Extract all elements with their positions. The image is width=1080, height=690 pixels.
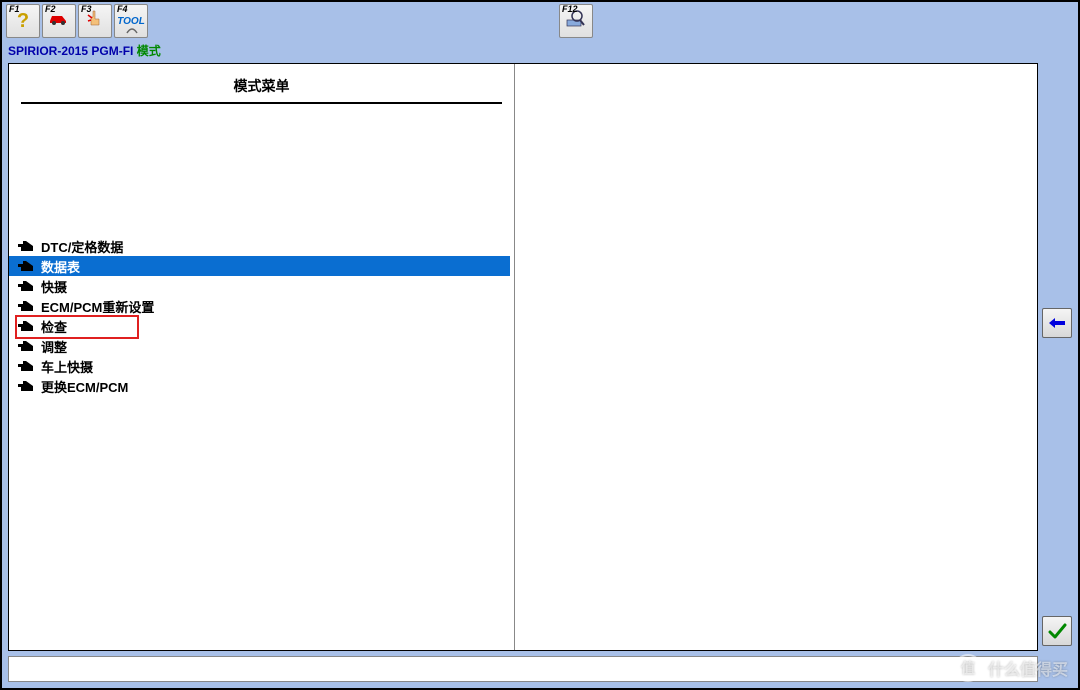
title-underline xyxy=(21,102,502,104)
f1-button[interactable]: F1 ? xyxy=(6,4,40,38)
hand-pointer-icon xyxy=(17,359,35,373)
menu-item-label: 调整 xyxy=(41,337,67,356)
right-panel xyxy=(515,64,1037,650)
hand-pointer-icon xyxy=(17,339,35,353)
menu-item-label: 更换ECM/PCM xyxy=(41,377,128,396)
menu-item-label: DTC/定格数据 xyxy=(41,237,123,256)
menu-item-2[interactable]: 快摄 xyxy=(9,276,514,296)
check-icon xyxy=(1047,621,1067,641)
status-bar xyxy=(8,656,1038,682)
menu-item-label: ECM/PCM重新设置 xyxy=(41,297,154,316)
f1-label: F1 xyxy=(9,4,20,14)
f4-label: F4 xyxy=(117,4,128,14)
menu-item-label: 检查 xyxy=(41,317,67,336)
hand-pointer-icon xyxy=(17,379,35,393)
panel-title: 模式菜单 xyxy=(9,76,514,102)
car-icon xyxy=(48,12,70,30)
menu-item-label: 快摄 xyxy=(41,277,67,296)
back-button[interactable] xyxy=(1042,308,1072,338)
hand-pointer-icon xyxy=(17,259,35,273)
breadcrumb-system: PGM-FI xyxy=(91,44,133,58)
menu-item-7[interactable]: 更换ECM/PCM xyxy=(9,376,514,396)
menu-item-1[interactable]: 数据表 xyxy=(9,256,510,276)
menu-item-5[interactable]: 调整 xyxy=(9,336,514,356)
f3-button[interactable]: F3 xyxy=(78,4,112,38)
hand-pointer-icon xyxy=(17,299,35,313)
hand-pointer-icon xyxy=(17,279,35,293)
menu-item-label: 数据表 xyxy=(41,257,80,276)
f3-label: F3 xyxy=(81,4,92,14)
f12-label: F12 xyxy=(562,4,578,14)
f12-button[interactable]: F12 xyxy=(559,4,593,38)
f2-button[interactable]: F2 xyxy=(42,4,76,38)
menu-item-4[interactable]: 检查 xyxy=(9,316,514,336)
menu-list: DTC/定格数据数据表快摄ECM/PCM重新设置检查调整车上快摄更换ECM/PC… xyxy=(9,236,514,396)
menu-item-label: 车上快摄 xyxy=(41,357,93,376)
arrow-left-icon xyxy=(1047,316,1067,330)
f2-label: F2 xyxy=(45,4,56,14)
hand-pointer-icon xyxy=(17,319,35,333)
toolbar: F1 ? F2 F3 F4 TOOL F12 xyxy=(2,2,1078,40)
main-area: 模式菜单 DTC/定格数据数据表快摄ECM/PCM重新设置检查调整车上快摄更换E… xyxy=(8,63,1038,651)
breadcrumb: SPIRIOR-2015 PGM-FI 模式 xyxy=(2,40,1078,61)
breadcrumb-vehicle: SPIRIOR-2015 xyxy=(8,44,88,58)
hand-pointer-icon xyxy=(17,239,35,253)
menu-item-0[interactable]: DTC/定格数据 xyxy=(9,236,514,256)
left-panel: 模式菜单 DTC/定格数据数据表快摄ECM/PCM重新设置检查调整车上快摄更换E… xyxy=(9,64,515,650)
ok-button[interactable] xyxy=(1042,616,1072,646)
menu-item-3[interactable]: ECM/PCM重新设置 xyxy=(9,296,514,316)
breadcrumb-mode: 模式 xyxy=(137,44,161,58)
menu-item-6[interactable]: 车上快摄 xyxy=(9,356,514,376)
f4-button[interactable]: F4 TOOL xyxy=(114,4,148,38)
